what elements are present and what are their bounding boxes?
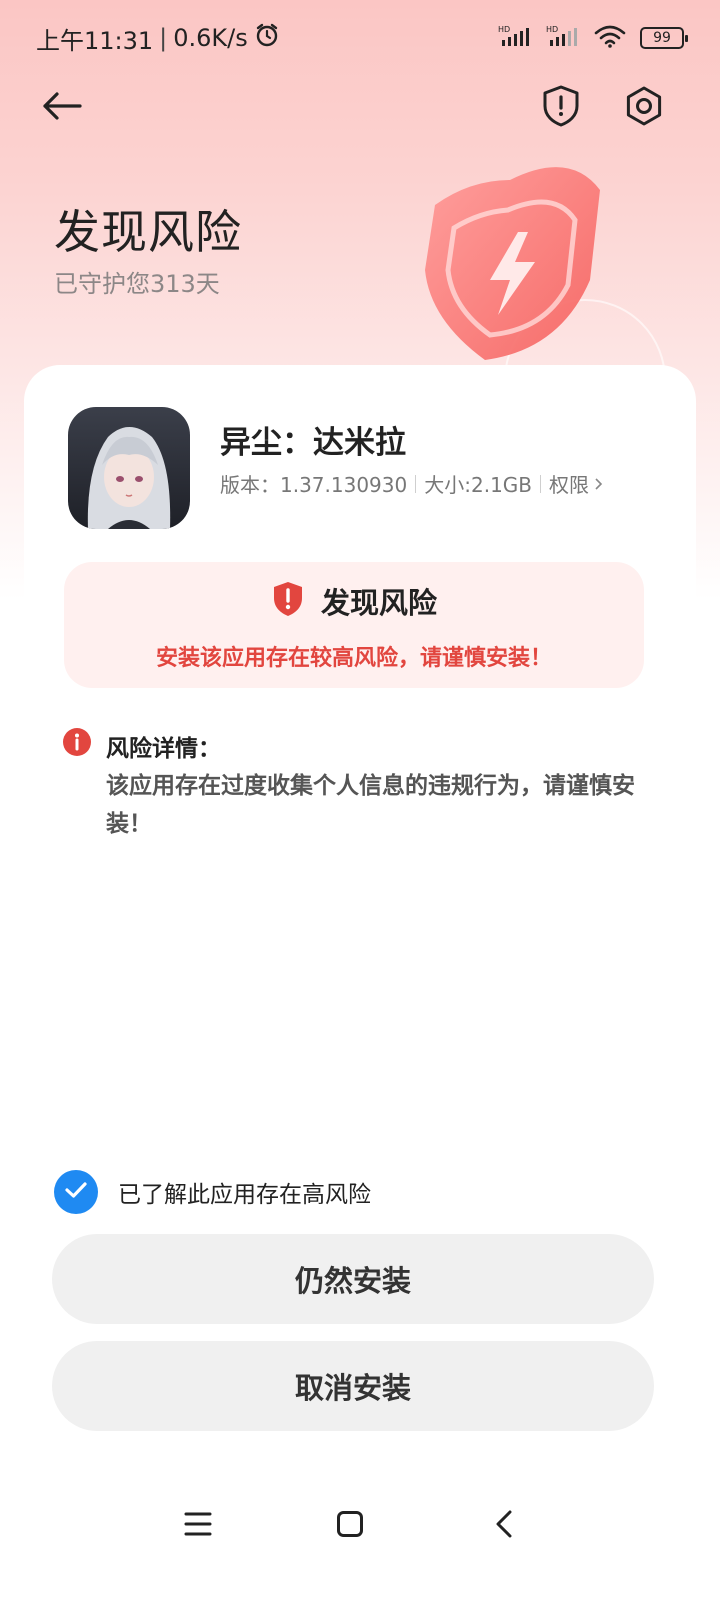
menu-icon — [184, 1511, 212, 1541]
permissions-link[interactable]: 权限 — [549, 469, 603, 498]
permissions-label: 权限 — [549, 473, 590, 497]
signal-icon: HD — [546, 24, 580, 52]
status-right: HD HD 99 — [498, 24, 688, 52]
top-nav — [0, 76, 720, 140]
signal-icon: HD — [498, 24, 532, 52]
chevron-right-icon — [593, 472, 603, 496]
back-arrow-icon — [40, 90, 84, 126]
risk-details-label: 风险详情： — [106, 736, 221, 762]
security-report-button[interactable] — [535, 82, 587, 134]
alarm-icon — [254, 22, 280, 54]
shield-lightning-illustration — [390, 150, 690, 461]
checkmark-icon — [64, 1180, 88, 1204]
settings-icon — [623, 85, 665, 131]
cancel-install-button[interactable]: 取消安装 — [52, 1341, 654, 1431]
app-icon — [68, 407, 190, 529]
system-back-button[interactable] — [484, 1506, 524, 1546]
battery-level: 99 — [653, 30, 671, 46]
menu-button[interactable] — [178, 1506, 218, 1546]
status-left: 上午11:31 | 0.6K/s — [36, 21, 280, 56]
app-size: 大小:2.1GB — [424, 473, 533, 497]
svg-text:HD: HD — [546, 25, 558, 34]
back-button[interactable] — [36, 82, 88, 134]
wifi-icon — [594, 24, 626, 52]
app-version: 版本：1.37.130930 — [220, 473, 408, 497]
acknowledge-label: 已了解此应用存在高风险 — [118, 1182, 371, 1208]
risk-banner: 发现风险 安装该应用存在较高风险，请谨慎安装！ — [64, 562, 644, 688]
back-chevron-icon — [494, 1509, 514, 1543]
protection-days: 已守护您313天 — [54, 270, 220, 298]
risk-banner-header: 发现风险 — [64, 580, 644, 622]
status-bar: 上午11:31 | 0.6K/s HD HD 99 — [0, 0, 720, 76]
info-icon — [62, 727, 92, 757]
page-title: 发现风险 — [54, 205, 242, 259]
svg-text:HD: HD — [498, 25, 510, 34]
divider — [540, 474, 542, 493]
shield-warning-icon — [271, 580, 305, 622]
acknowledge-checkbox[interactable] — [54, 1170, 98, 1214]
app-meta: 版本：1.37.130930 大小:2.1GB 权限 — [220, 469, 603, 498]
install-anyway-button[interactable]: 仍然安装 — [52, 1234, 654, 1324]
settings-button[interactable] — [618, 82, 670, 134]
status-divider: | — [159, 24, 168, 52]
risk-acknowledge-row[interactable]: 已了解此应用存在高风险 — [54, 1170, 371, 1214]
system-nav-bar — [0, 1490, 720, 1560]
risk-details-body: 该应用存在过度收集个人信息的违规行为，请谨慎安装！ — [106, 773, 635, 837]
app-name: 异尘：达米拉 — [220, 425, 406, 461]
home-icon — [336, 1510, 364, 1542]
status-net-speed: 0.6K/s — [173, 24, 248, 52]
risk-banner-title: 发现风险 — [320, 586, 437, 620]
battery-icon: 99 — [640, 27, 688, 49]
status-time: 上午11:31 — [36, 26, 154, 55]
shield-alert-icon — [541, 84, 581, 132]
risk-warning-text: 安装该应用存在较高风险，请谨慎安装！ — [155, 646, 552, 671]
home-button[interactable] — [330, 1506, 370, 1546]
divider — [415, 474, 417, 493]
